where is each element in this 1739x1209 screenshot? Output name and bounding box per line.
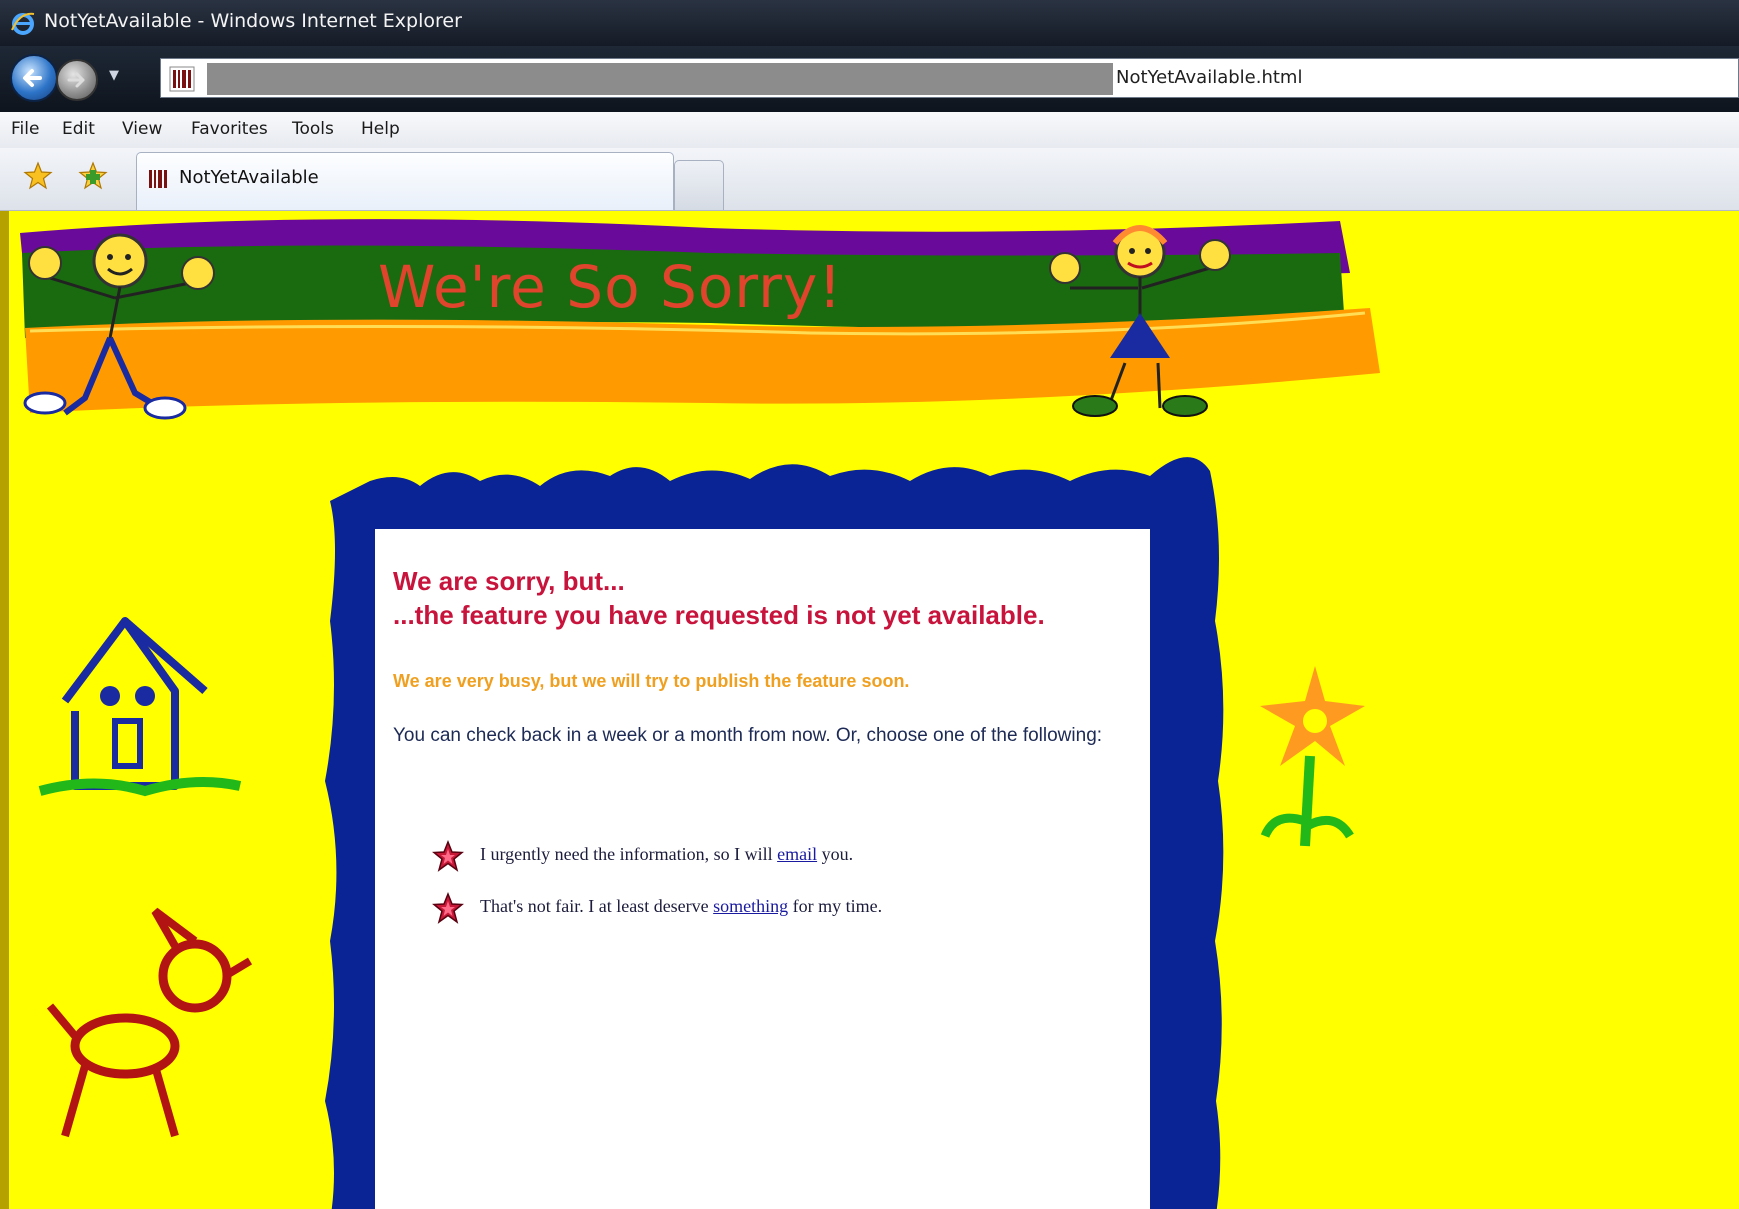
- menu-tools[interactable]: Tools: [292, 119, 334, 139]
- busy-notice: We are very busy, but we will try to pub…: [393, 671, 910, 691]
- something-link[interactable]: something: [713, 896, 788, 916]
- check-back-text: You can check back in a week or a month …: [393, 725, 1103, 746]
- option-email-suffix: you.: [817, 844, 854, 864]
- address-url: NotYetAvailable.html: [1116, 67, 1303, 88]
- sorry-heading-line2: ...the feature you have requested is not…: [393, 600, 1045, 630]
- menu-file[interactable]: File: [11, 119, 39, 139]
- forward-arrow-icon: [67, 72, 85, 88]
- flower-drawing: [1260, 666, 1365, 847]
- recent-pages-dropdown[interactable]: ▼: [104, 68, 124, 88]
- back-button[interactable]: [10, 54, 58, 102]
- new-tab-button[interactable]: [674, 160, 724, 210]
- window-titlebar: NotYetAvailable - Windows Internet Explo…: [0, 0, 1739, 46]
- page-content: We're So Sorry!: [0, 211, 1739, 1209]
- tab-label: NotYetAvailable: [179, 167, 319, 188]
- add-favorites-icon[interactable]: [78, 161, 108, 191]
- menu-favorites[interactable]: Favorites: [191, 119, 268, 139]
- content-left-border: [0, 211, 9, 1209]
- back-arrow-icon: [23, 69, 42, 87]
- house-drawing: [38, 617, 242, 797]
- tab-bar: NotYetAvailable: [0, 148, 1739, 211]
- sorry-heading-line1: We are sorry, but...: [393, 566, 625, 596]
- email-link[interactable]: email: [777, 844, 817, 864]
- option-something-text: That's not fair. I at least deserve: [480, 896, 714, 916]
- address-bar[interactable]: NotYetAvailable.html: [160, 58, 1739, 98]
- option-email-text: I urgently need the information, so I wi…: [480, 844, 778, 864]
- menu-help[interactable]: Help: [361, 119, 400, 139]
- site-icon: [149, 170, 167, 188]
- banner-title: We're So Sorry!: [378, 253, 843, 321]
- sorry-heading: We are sorry, but... ...the feature you …: [393, 564, 1045, 632]
- star-bullet-icon: [432, 892, 464, 924]
- menu-bar: File Edit View Favorites Tools Help: [0, 112, 1739, 149]
- dog-drawing: [46, 907, 253, 1138]
- navigation-bar: ▼ NotYetAvailable.html: [0, 46, 1739, 112]
- forward-button[interactable]: [56, 59, 98, 101]
- redacted-url-segment: [207, 63, 1113, 95]
- window-title: NotYetAvailable - Windows Internet Explo…: [44, 10, 462, 32]
- favorites-star-icon[interactable]: [23, 161, 53, 191]
- site-icon: [169, 66, 195, 92]
- menu-view[interactable]: View: [122, 119, 162, 139]
- option-something-suffix: for my time.: [788, 896, 883, 916]
- menu-edit[interactable]: Edit: [62, 119, 95, 139]
- ie-logo-icon: [11, 12, 35, 35]
- tab-notyetavailable[interactable]: NotYetAvailable: [136, 152, 674, 210]
- star-bullet-icon: [432, 840, 464, 872]
